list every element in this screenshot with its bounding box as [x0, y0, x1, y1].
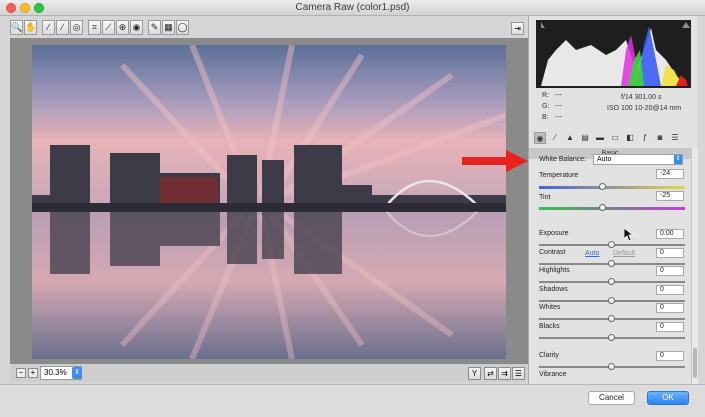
contrast-slider[interactable]: [539, 260, 685, 267]
fx-tab-icon[interactable]: ƒ: [639, 132, 651, 144]
default-link[interactable]: Default: [613, 250, 635, 257]
exposure-slider[interactable]: [539, 241, 685, 248]
b-value: ---: [555, 114, 562, 121]
shadows-value-field[interactable]: 0: [656, 285, 684, 295]
highlights-value-field[interactable]: 0: [656, 266, 684, 276]
split-toning-tab-icon[interactable]: ▬: [594, 132, 606, 144]
pixel-readout: R: --- G: --- B: --- f/14 301.00 s ISO 1…: [529, 88, 698, 132]
adjustment-brush-icon[interactable]: ✎: [148, 20, 161, 35]
auto-link[interactable]: Auto: [585, 250, 599, 257]
graduated-filter-icon[interactable]: ▦: [162, 20, 175, 35]
tint-slider-thumb[interactable]: [599, 204, 607, 211]
temperature-slider[interactable]: [539, 183, 685, 190]
tint-slider[interactable]: [539, 204, 685, 211]
dialog-footer: Cancel OK: [0, 384, 705, 417]
r-value: ---: [555, 92, 562, 99]
whites-slider[interactable]: [539, 315, 685, 322]
shadows-slider[interactable]: [539, 297, 685, 304]
red-eye-icon[interactable]: ◉: [130, 20, 143, 35]
zoom-in-button[interactable]: +: [28, 368, 38, 378]
whites-slider-thumb[interactable]: [608, 315, 615, 322]
blacks-slider-thumb[interactable]: [608, 334, 615, 341]
highlights-slider-thumb[interactable]: [608, 278, 615, 285]
clarity-value-field[interactable]: 0: [656, 351, 684, 361]
chevron-updown-icon: ⇕: [674, 155, 682, 164]
temperature-label: Temperature: [539, 172, 579, 179]
ok-button[interactable]: OK: [647, 391, 689, 405]
effects-tab-icon[interactable]: ◧: [624, 132, 636, 144]
exposure-info: f/14 301.00 s: [621, 94, 662, 101]
temperature-slider-thumb[interactable]: [599, 183, 607, 190]
shadows-slider-thumb[interactable]: [608, 297, 615, 304]
camera-raw-window: Camera Raw (color1.psd) 🔍 ✋ ⁄ ⁄ ◎ ⌗ ⟋ ⊕ ◉ ✎ ▦ ◯ ⇥: [0, 0, 705, 417]
cursor-icon: [624, 228, 634, 242]
cancel-button[interactable]: Cancel: [588, 391, 635, 405]
presets-tab-icon[interactable]: ☰: [669, 132, 681, 144]
spot-removal-icon[interactable]: ⊕: [116, 20, 129, 35]
panel-tabs: ◉ ⁄ ▲ ▤ ▬ ▭ ◧ ƒ ◙ ☰: [534, 132, 694, 146]
title-bar: Camera Raw (color1.psd): [0, 0, 705, 16]
zoom-icon[interactable]: 🔍: [10, 20, 23, 35]
contrast-label: Contrast: [539, 249, 566, 256]
white-balance-label: White Balance:: [539, 156, 587, 163]
targeted-adjust-icon[interactable]: ◎: [70, 20, 83, 35]
lens-tab-icon[interactable]: ▭: [609, 132, 621, 144]
clarity-slider[interactable]: [539, 363, 685, 370]
window-title: Camera Raw (color1.psd): [295, 2, 410, 13]
iso-lens-info: ISO 100 10-20@14 mm: [607, 105, 682, 112]
histogram: [536, 20, 691, 88]
contrast-slider-thumb[interactable]: [608, 260, 615, 267]
highlights-label: Highlights: [539, 267, 570, 274]
scrollbar-thumb[interactable]: [693, 348, 697, 378]
zoom-out-button[interactable]: −: [16, 368, 26, 378]
contrast-value-field[interactable]: 0: [656, 248, 684, 258]
blacks-label: Blacks: [539, 323, 560, 330]
adjustment-panel: R: --- G: --- B: --- f/14 301.00 s ISO 1…: [528, 16, 698, 384]
preview-status-bar: − + 30.3% ⇕ Y ⇄ ⇉ ☰: [10, 364, 528, 382]
zoom-level-value: 30.3%: [44, 368, 67, 377]
radial-filter-icon[interactable]: ◯: [176, 20, 189, 35]
exposure-slider-thumb[interactable]: [608, 241, 615, 248]
basic-tab-icon[interactable]: ◉: [534, 132, 546, 144]
detail-tab-icon[interactable]: ▲: [564, 132, 576, 144]
hand-icon[interactable]: ✋: [24, 20, 37, 35]
vibrance-label: Vibrance: [539, 371, 567, 378]
blacks-value-field[interactable]: 0: [656, 322, 684, 332]
crop-icon[interactable]: ⌗: [88, 20, 101, 35]
panel-scrollbar[interactable]: [691, 148, 698, 384]
swap-icon[interactable]: ⇄: [484, 367, 497, 380]
open-preferences-button[interactable]: ⇥: [511, 22, 524, 35]
preview-image: [32, 45, 506, 359]
preview-canvas[interactable]: [10, 38, 528, 364]
blacks-slider[interactable]: [539, 334, 685, 341]
tint-label: Tint: [539, 194, 551, 201]
straighten-icon[interactable]: ⟋: [102, 20, 115, 35]
hsl-tab-icon[interactable]: ▤: [579, 132, 591, 144]
exposure-label: Exposure: [539, 230, 569, 237]
whites-value-field[interactable]: 0: [656, 303, 684, 313]
white-balance-select[interactable]: Auto ⇕: [593, 154, 683, 165]
toggle-settings-icon[interactable]: ☰: [512, 367, 525, 380]
tone-curve-tab-icon[interactable]: ⁄: [549, 132, 561, 144]
before-after-icon[interactable]: Y: [468, 367, 481, 380]
exposure-value-field[interactable]: 0.00: [656, 229, 684, 239]
color-sampler-icon[interactable]: ⁄: [56, 20, 69, 35]
temperature-value-field[interactable]: -24: [656, 169, 684, 179]
shadows-label: Shadows: [539, 286, 568, 293]
white-balance-icon[interactable]: ⁄: [42, 20, 55, 35]
white-balance-value: Auto: [597, 156, 612, 163]
g-value: ---: [555, 103, 562, 110]
clarity-slider-thumb[interactable]: [608, 363, 615, 370]
tint-value-field[interactable]: -25: [656, 191, 684, 201]
highlights-slider[interactable]: [539, 278, 685, 285]
red-arrow-annotation: [462, 150, 528, 172]
camera-calibration-tab-icon[interactable]: ◙: [654, 132, 666, 144]
copy-settings-icon[interactable]: ⇉: [498, 367, 511, 380]
clarity-label: Clarity: [539, 352, 559, 359]
whites-label: Whites: [539, 304, 561, 311]
tool-bar: 🔍 ✋ ⁄ ⁄ ◎ ⌗ ⟋ ⊕ ◉ ✎ ▦ ◯: [10, 20, 189, 38]
chevron-updown-icon[interactable]: ⇕: [72, 367, 82, 379]
